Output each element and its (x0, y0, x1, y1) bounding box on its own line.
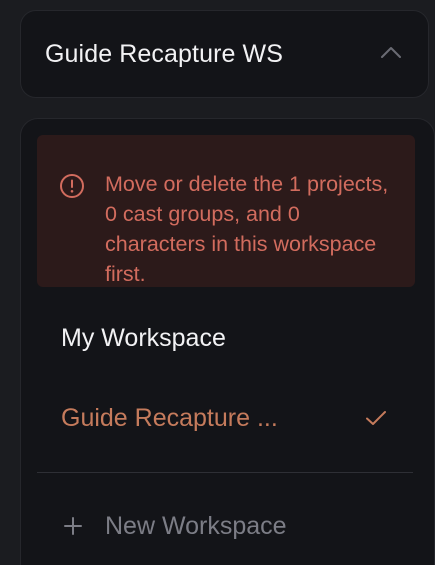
workspace-switcher: Guide Recapture WS Move or delete the 1 … (0, 0, 435, 565)
current-workspace-name: Guide Recapture WS (45, 39, 284, 68)
warning-message: Move or delete the 1 projects, 0 cast gr… (105, 172, 389, 286)
checkmark-icon (366, 411, 386, 425)
new-workspace-label: New Workspace (105, 511, 287, 540)
plus-icon (64, 517, 82, 535)
workspace-item-guide-recapture[interactable]: Guide Recapture ... (61, 404, 401, 433)
divider (37, 472, 413, 473)
delete-warning-banner: Move or delete the 1 projects, 0 cast gr… (37, 135, 415, 287)
new-workspace-button[interactable]: New Workspace (63, 509, 287, 543)
workspace-selector[interactable]: Guide Recapture WS (20, 10, 429, 98)
workspace-item-my-workspace[interactable]: My Workspace (61, 324, 401, 353)
alert-circle-icon (60, 174, 84, 198)
workspace-dropdown: Move or delete the 1 projects, 0 cast gr… (20, 118, 435, 565)
chevron-up-icon[interactable] (380, 45, 402, 59)
